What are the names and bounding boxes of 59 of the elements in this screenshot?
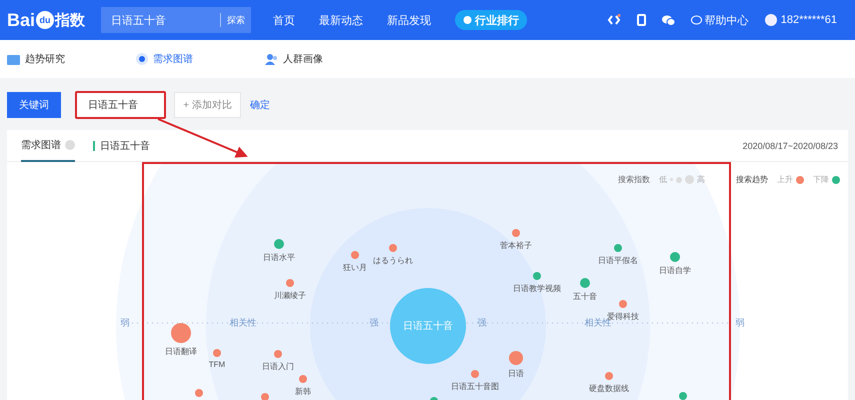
legend-label: 搜索趋势 xyxy=(736,174,768,185)
ranking-button[interactable]: 行业排行 xyxy=(455,10,527,30)
card-tab[interactable]: 需求图谱 xyxy=(21,130,75,162)
node-label: 日语 xyxy=(508,368,524,379)
node-label: 日语自学 xyxy=(659,265,691,276)
legend-trend: 下降 xyxy=(813,174,829,185)
legend-trend: 上升 xyxy=(777,174,793,185)
search-field[interactable]: 日语五十音 探索 xyxy=(101,7,251,33)
help-icon[interactable] xyxy=(65,140,75,150)
legend-label: 搜索指数 xyxy=(618,174,650,185)
folder-icon xyxy=(7,54,20,64)
size-dot xyxy=(670,178,673,181)
user-name[interactable]: 182******61 xyxy=(780,14,837,26)
node-label: TFM xyxy=(208,360,226,369)
node-label: 狂い月 xyxy=(343,262,367,273)
node-label: 硬盘数据线 xyxy=(589,383,629,394)
node-label: はるうられ xyxy=(373,255,413,266)
date-range: 2020/08/17~2020/08/23 xyxy=(742,140,838,150)
node-label: 日语教学视频 xyxy=(513,283,561,294)
keyword-label: 日语五十音 xyxy=(100,140,150,152)
avatar-icon[interactable] xyxy=(764,14,777,26)
sub-tab[interactable]: 趋势研究 xyxy=(7,52,136,66)
nav-link[interactable]: 最新动态 xyxy=(319,12,363,28)
target-icon xyxy=(136,53,148,65)
person-icon xyxy=(265,54,278,64)
chat-icon[interactable] xyxy=(662,14,675,26)
node-label: 日语水平 xyxy=(263,252,295,263)
axis-label: 强 xyxy=(368,316,380,330)
legend-high: 高 xyxy=(697,174,705,185)
axis-label: 弱 xyxy=(734,316,746,330)
node-label: 菅本裕子 xyxy=(500,240,532,251)
node-label: 日语五十音图 xyxy=(451,381,499,392)
keyword-marker xyxy=(93,140,95,150)
legend-low: 低 xyxy=(659,174,667,185)
nav-link[interactable]: 首页 xyxy=(273,12,295,28)
tablet-icon[interactable] xyxy=(636,14,646,26)
code-icon[interactable] xyxy=(606,14,621,26)
node-label: 新韩 xyxy=(295,386,311,397)
help-text: 帮助中心 xyxy=(704,14,749,28)
axis-label: 弱 xyxy=(120,316,130,330)
confirm-link[interactable]: 确定 xyxy=(250,98,270,112)
add-compare-button[interactable]: + 添加对比 xyxy=(174,92,241,118)
axis-label: 相关性 xyxy=(228,316,258,330)
logo-text: Bai xyxy=(7,10,36,30)
logo-suffix: 指数 xyxy=(55,10,86,30)
nav-link[interactable]: 新品发现 xyxy=(387,12,431,28)
node-label: 川濑绫子 xyxy=(274,290,306,301)
help-link[interactable]: 帮助中心 xyxy=(690,12,749,28)
search-button[interactable]: 探索 xyxy=(220,13,251,27)
node-label: 日语翻译 xyxy=(165,346,197,357)
node-label: 日语平假名 xyxy=(598,255,638,266)
node-label: 五十音 xyxy=(573,291,597,302)
axis-label: 强 xyxy=(476,316,488,330)
paw-logo: du xyxy=(36,11,54,29)
sub-tab[interactable]: 需求图谱 xyxy=(136,52,265,66)
node-label: 日语入门 xyxy=(262,361,294,372)
chat-icon xyxy=(690,15,702,25)
keyword-button[interactable]: 关键词 xyxy=(7,92,61,118)
sub-tab[interactable]: 人群画像 xyxy=(265,52,394,66)
